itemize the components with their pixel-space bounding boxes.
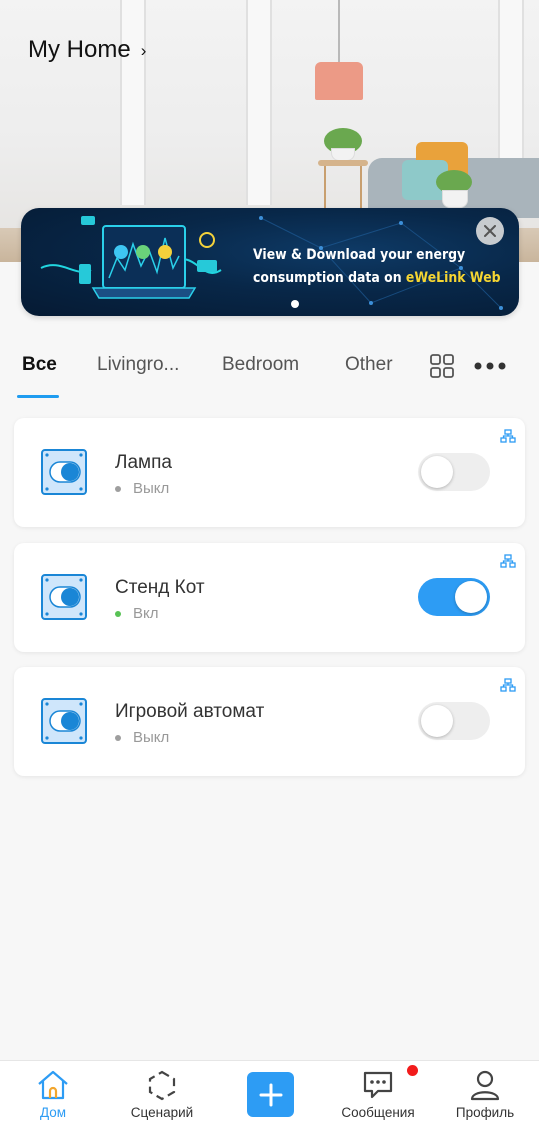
add-device-button[interactable] xyxy=(247,1072,294,1117)
switch-device-icon xyxy=(41,698,87,744)
nav-profile-label: Профиль xyxy=(455,1105,515,1120)
status-dot xyxy=(115,610,121,617)
banner-line-2: consumption data on eWeLink Web xyxy=(253,267,501,290)
bottom-navigation: Дом Сценарий Сообщения Профиль xyxy=(0,1060,539,1131)
toggle-knob xyxy=(421,705,453,737)
device-card[interactable]: Игровой автомат Выкл xyxy=(14,667,525,776)
device-card[interactable]: Стенд Кот Вкл xyxy=(14,543,525,652)
chevron-right-icon: › xyxy=(140,40,147,60)
device-status: Выкл xyxy=(115,480,169,497)
room-tabs: Все Livingro... Bedroom Other xyxy=(0,340,539,400)
window-frame xyxy=(120,0,146,205)
toggle-knob xyxy=(455,581,487,613)
device-card[interactable]: Лампа Выкл xyxy=(14,418,525,527)
banner-highlight: eWeLink Web xyxy=(405,270,501,286)
banner-line-1: View & Download your energy xyxy=(253,247,466,263)
laptop-illustration xyxy=(40,216,222,299)
power-toggle[interactable] xyxy=(418,578,490,616)
window-frame xyxy=(246,0,272,205)
device-status-text: Выкл xyxy=(133,480,170,497)
lan-network-icon xyxy=(500,554,516,568)
power-toggle[interactable] xyxy=(418,702,490,740)
home-name: My Home xyxy=(28,36,131,63)
nav-scenes[interactable]: Сценарий xyxy=(117,1061,207,1131)
nav-home[interactable]: Дом xyxy=(8,1061,98,1131)
device-status: Вкл xyxy=(115,605,159,622)
nav-scenes-label: Сценарий xyxy=(130,1105,194,1120)
tab-livingroom[interactable]: Livingro... xyxy=(97,354,179,376)
switch-device-icon xyxy=(41,574,87,620)
switch-device-icon xyxy=(41,449,87,495)
nav-profile[interactable]: Профиль xyxy=(440,1061,530,1131)
tab-other[interactable]: Other xyxy=(345,354,393,376)
status-dot xyxy=(115,734,121,741)
profile-icon xyxy=(470,1070,500,1101)
message-icon xyxy=(363,1071,393,1099)
nav-messages-label: Сообщения xyxy=(341,1105,415,1120)
plant-pot xyxy=(442,190,468,208)
lan-network-icon xyxy=(500,678,516,692)
plus-icon xyxy=(259,1083,282,1106)
home-icon xyxy=(38,1070,68,1100)
device-status-text: Выкл xyxy=(133,729,170,746)
close-icon xyxy=(484,225,496,237)
active-tab-indicator xyxy=(17,395,59,398)
device-name: Стенд Кот xyxy=(115,577,205,598)
power-toggle[interactable] xyxy=(418,453,490,491)
banner-page-indicator xyxy=(291,300,299,308)
banner-text: View & Download your energy consumption … xyxy=(253,244,501,290)
unread-badge xyxy=(407,1065,418,1076)
status-dot xyxy=(115,485,121,492)
grid-icon[interactable] xyxy=(430,354,454,378)
banner-line-2-prefix: consumption data on xyxy=(253,270,406,286)
device-status: Выкл xyxy=(115,729,169,746)
promo-banner[interactable]: View & Download your energy consumption … xyxy=(21,208,519,316)
toggle-knob xyxy=(421,456,453,488)
pendant-lamp-cord xyxy=(338,0,340,64)
lan-network-icon xyxy=(500,429,516,443)
tab-bedroom[interactable]: Bedroom xyxy=(222,354,299,376)
banner-close-button[interactable] xyxy=(476,217,504,245)
device-name: Игровой автомат xyxy=(115,701,265,722)
scene-hexagon-icon xyxy=(148,1070,176,1101)
device-name: Лампа xyxy=(115,452,172,473)
nav-home-label: Дом xyxy=(39,1105,67,1120)
more-icon[interactable] xyxy=(474,361,506,371)
tab-all[interactable]: Все xyxy=(22,354,57,376)
pendant-lamp xyxy=(315,62,363,100)
device-status-text: Вкл xyxy=(133,605,159,622)
home-selector[interactable]: My Home › xyxy=(28,36,146,64)
